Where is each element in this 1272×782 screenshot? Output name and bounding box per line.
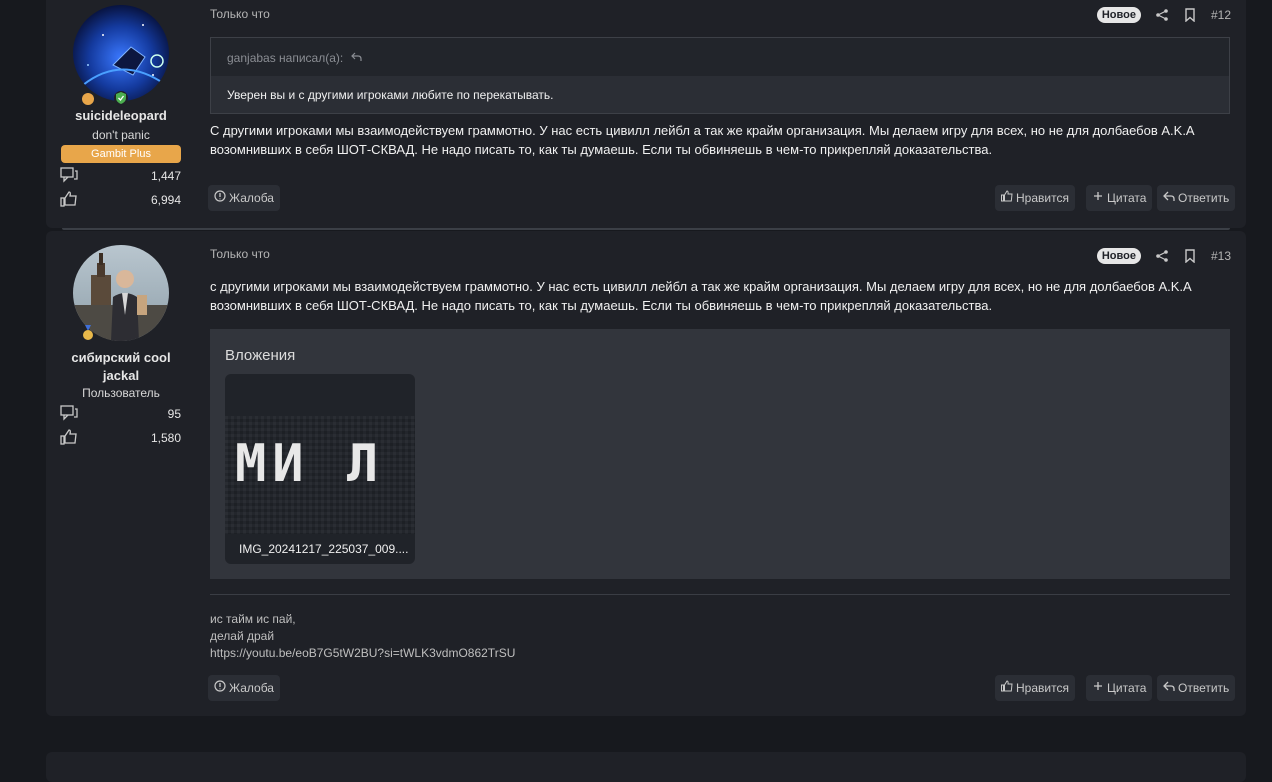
reply-icon	[1163, 675, 1175, 701]
post-message: С другими игроками мы взаимодействуем гр…	[210, 121, 1220, 159]
post-12: suicideleopard don't panic Gambit Plus 1…	[46, 0, 1246, 228]
attachments-title: Вложения	[225, 347, 296, 364]
user-banner: Gambit Plus	[61, 145, 181, 163]
messages-icon	[60, 167, 78, 186]
reactions-count: 6,994	[150, 193, 181, 207]
report-button[interactable]: Жалоба	[208, 675, 280, 701]
reply-icon	[1163, 185, 1175, 211]
plus-icon	[1092, 185, 1104, 211]
reply-button[interactable]: Ответить	[1157, 185, 1236, 211]
stat-messages: 1,447	[60, 167, 181, 185]
username-line: jackal	[102, 368, 140, 383]
quote-label: Цитата	[1107, 191, 1147, 205]
report-label: Жалоба	[229, 681, 274, 695]
message-line: С другими игроками мы взаимодействуем гр…	[210, 123, 1195, 138]
like-button[interactable]: Нравится	[995, 185, 1075, 211]
quote-header[interactable]: ganjabas написал(а):	[227, 51, 362, 65]
user-title: don't panic	[92, 128, 150, 142]
thumbs-up-icon	[60, 191, 78, 210]
reply-label: Ответить	[1178, 681, 1230, 695]
avatar[interactable]	[73, 5, 169, 101]
message-line: возомнивших в себя ШОТ-СКВАД. Не надо пи…	[210, 142, 993, 157]
post-13: сибирский cool jackal Пользователь 95 1,…	[46, 231, 1246, 716]
attachment-thumbnail[interactable]: МИ Л IMG_20241217_225037_009....	[225, 374, 415, 564]
post-time[interactable]: Только что	[210, 247, 270, 261]
quote-text: Уверен вы и с другими игроками любите по…	[227, 88, 554, 102]
signature-link[interactable]: https://youtu.be/eoB7G5tW2BU?si=tWLK3vdm…	[210, 645, 515, 662]
report-icon	[214, 185, 226, 211]
signature: ис тайм ис пай, делай драй https://youtu…	[210, 611, 515, 662]
quote-button[interactable]: Цитата	[1086, 675, 1153, 701]
stat-reactions: 1,580	[60, 429, 181, 447]
messages-count: 95	[167, 407, 181, 421]
bookmark-icon[interactable]	[1183, 8, 1197, 23]
share-icon[interactable]	[1155, 249, 1169, 263]
post-meta: Новое #12	[1096, 6, 1231, 24]
signature-line: ис тайм ис пай,	[210, 612, 296, 626]
attachment-preview-text: МИ Л	[235, 434, 385, 494]
share-icon[interactable]	[1155, 8, 1169, 22]
new-badge: Новое	[1096, 7, 1141, 23]
report-label: Жалоба	[229, 191, 274, 205]
like-icon	[1001, 675, 1013, 701]
like-button[interactable]: Нравится	[995, 675, 1075, 701]
attachments-box: Вложения МИ Л IMG_20241217_225037_009...…	[210, 329, 1230, 579]
post-number[interactable]: #13	[1211, 249, 1231, 263]
username[interactable]: suicideleopard	[56, 107, 186, 125]
new-badge: Новое	[1096, 248, 1141, 264]
post-meta: Новое #13	[1096, 247, 1231, 265]
like-label: Нравится	[1016, 191, 1069, 205]
username-line: сибирский cool	[71, 350, 171, 365]
quote-button[interactable]: Цитата	[1086, 185, 1153, 211]
post-time[interactable]: Только что	[210, 7, 270, 21]
medal-badge-icon	[81, 325, 95, 340]
reply-label: Ответить	[1178, 191, 1230, 205]
post-number[interactable]: #12	[1211, 8, 1231, 22]
attachment-filename[interactable]: IMG_20241217_225037_009....	[239, 542, 408, 556]
quote-label: Цитата	[1107, 681, 1147, 695]
stat-messages: 95	[60, 405, 181, 423]
quote-body: Уверен вы и с другими игроками любите по…	[211, 76, 1229, 113]
shield-badge-icon	[114, 91, 128, 105]
messages-icon	[60, 405, 78, 424]
messages-count: 1,447	[150, 169, 181, 183]
orange-badge-icon	[82, 93, 94, 105]
stat-reactions: 6,994	[60, 191, 181, 209]
bookmark-icon[interactable]	[1183, 249, 1197, 264]
reactions-count: 1,580	[150, 431, 181, 445]
username[interactable]: сибирский cool jackal	[56, 349, 186, 385]
like-icon	[1001, 185, 1013, 211]
reply-button[interactable]: Ответить	[1157, 675, 1236, 701]
quote-jump-icon[interactable]	[350, 51, 362, 65]
message-line: с другими игроками мы взаимодействуем гр…	[210, 279, 1192, 294]
thumbs-up-icon	[60, 429, 78, 448]
message-line: возомнивших в себя ШОТ-СКВАД. Не надо пи…	[210, 298, 993, 313]
user-title: Пользователь	[82, 386, 160, 400]
signature-line: делай драй	[210, 629, 275, 643]
plus-icon	[1092, 675, 1104, 701]
post-next	[46, 752, 1246, 782]
quote-block: ganjabas написал(а): Уверен вы и с други…	[210, 37, 1230, 114]
report-button[interactable]: Жалоба	[208, 185, 280, 211]
like-label: Нравится	[1016, 681, 1069, 695]
signature-divider	[210, 594, 1230, 595]
post-message: с другими игроками мы взаимодействуем гр…	[210, 277, 1220, 315]
report-icon	[214, 675, 226, 701]
quote-author[interactable]: ganjabas написал(а):	[227, 51, 343, 65]
